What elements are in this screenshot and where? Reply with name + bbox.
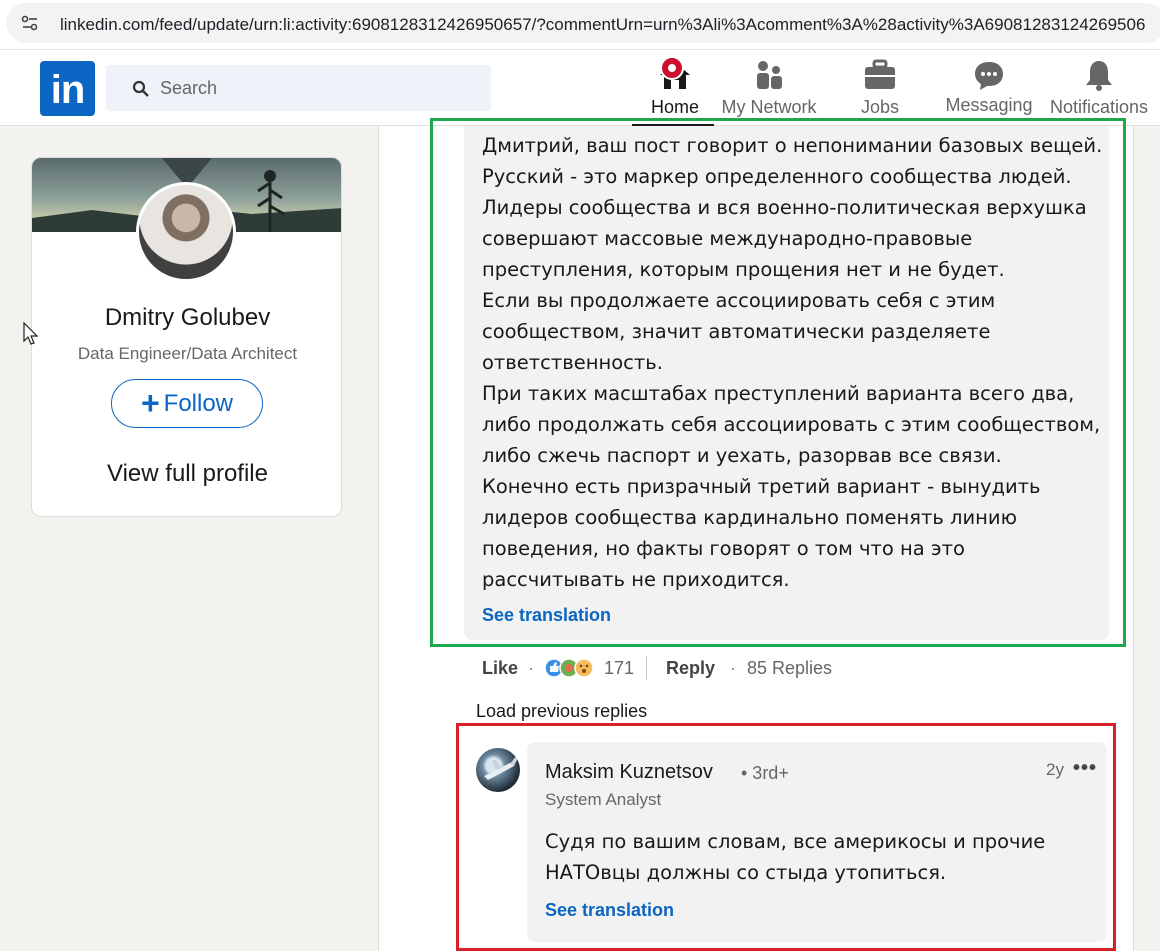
comment-line: Если вы продолжаете ассоциировать себя с… bbox=[482, 289, 996, 312]
nav-my-network[interactable]: My Network bbox=[716, 50, 822, 126]
plus-icon: + bbox=[140, 385, 160, 421]
omnibox[interactable]: linkedin.com/feed/update/urn:li:activity… bbox=[6, 3, 1160, 43]
comment-line: лидеров сообщества кардинально поменять … bbox=[482, 506, 1017, 529]
nav-jobs[interactable]: Jobs bbox=[840, 50, 920, 126]
reply-author-headline: System Analyst bbox=[545, 790, 662, 809]
search-input[interactable] bbox=[160, 75, 460, 101]
reply-line: НАТОвцы должны со стыда утопиться. bbox=[545, 861, 947, 884]
nav-messaging-label: Messaging bbox=[945, 95, 1033, 115]
more-options-icon[interactable]: ••• bbox=[1073, 757, 1097, 780]
reply-timestamp: 2y bbox=[1046, 760, 1064, 779]
comment-line: либо продолжать себя ассоциировать с эти… bbox=[482, 413, 1101, 436]
reactions-icon[interactable] bbox=[544, 656, 602, 680]
nav-home-label: Home bbox=[650, 97, 699, 117]
comment-line: сообществом, значит автоматически раздел… bbox=[482, 320, 991, 343]
comment-line: совершают массовые международно-правовые bbox=[482, 227, 973, 250]
site-settings-icon[interactable] bbox=[20, 13, 40, 33]
browser-address-bar: linkedin.com/feed/update/urn:li:activity… bbox=[0, 0, 1160, 50]
reply-line: Судя по вашим словам, все америкосы и пр… bbox=[545, 830, 1046, 853]
reply-author-avatar[interactable] bbox=[476, 748, 520, 792]
nav-jobs-label: Jobs bbox=[860, 97, 900, 117]
comment-line: поведения, но факты говорят о том что на… bbox=[482, 537, 965, 560]
briefcase-icon bbox=[865, 59, 895, 89]
profile-card: Dmitry Golubev Data Engineer/Data Archit… bbox=[31, 157, 342, 517]
linkedin-logo[interactable]: in bbox=[40, 61, 95, 116]
separator-dot: · bbox=[730, 658, 736, 678]
reply-see-translation[interactable]: See translation bbox=[545, 900, 674, 921]
reply-connection-degree: • 3rd+ bbox=[741, 763, 789, 783]
profile-headline: Data Engineer/Data Architect bbox=[77, 344, 298, 363]
nav-network-label: My Network bbox=[721, 97, 817, 117]
reply-text: Судя по вашим словам, все америкосы и пр… bbox=[545, 826, 1045, 888]
separator-dot: · bbox=[528, 658, 534, 678]
url-text[interactable]: linkedin.com/feed/update/urn:li:activity… bbox=[60, 15, 1145, 35]
comment-see-translation[interactable]: See translation bbox=[482, 605, 611, 626]
nav-notifications-label: Notifications bbox=[1049, 97, 1149, 117]
chat-icon bbox=[975, 62, 1003, 90]
notification-badge bbox=[660, 56, 684, 80]
search-icon bbox=[132, 80, 149, 97]
comment-line: Лидеры сообщества и вся военно-политичес… bbox=[482, 196, 1087, 219]
comment-line: Дмитрий, ваш пост говорит о непонимании … bbox=[482, 134, 1103, 157]
replies-count[interactable]: 85 Replies bbox=[747, 658, 832, 679]
nav-messaging[interactable]: Messaging bbox=[940, 50, 1038, 126]
reaction-count[interactable]: 171 bbox=[604, 658, 634, 679]
top-navigation: in Home My Network Jobs bbox=[0, 50, 1160, 126]
reply-button[interactable]: Reply bbox=[666, 658, 715, 679]
profile-name[interactable]: Dmitry Golubev bbox=[32, 304, 341, 332]
people-icon bbox=[757, 61, 782, 89]
bell-icon bbox=[1086, 61, 1112, 91]
view-full-profile-link[interactable]: View full profile bbox=[32, 460, 341, 488]
comment-line: преступления, которым прощения нет и не … bbox=[482, 258, 1005, 281]
follow-button[interactable]: + Follow bbox=[111, 379, 263, 428]
profile-avatar[interactable] bbox=[136, 182, 236, 282]
comment-line: При таких масштабах преступлений вариант… bbox=[482, 382, 1075, 405]
comment-text: Дмитрий, ваш пост говорит о непонимании … bbox=[482, 130, 1103, 595]
comment-line: рассчитывать не приходится. bbox=[482, 568, 790, 591]
load-previous-replies[interactable]: Load previous replies bbox=[476, 701, 647, 722]
like-button[interactable]: Like bbox=[482, 658, 518, 679]
follow-label: Follow bbox=[163, 390, 234, 417]
comment-line: Русский - это маркер определенного сообщ… bbox=[482, 165, 1072, 188]
search-box[interactable] bbox=[106, 65, 491, 111]
divider bbox=[646, 656, 647, 680]
reply-author-name[interactable]: Maksim Kuznetsov bbox=[545, 761, 713, 784]
comment-line: либо сжечь паспорт и уехать, разорвав вс… bbox=[482, 444, 1002, 467]
mouse-cursor-icon bbox=[23, 322, 39, 345]
comment-line: Конечно есть призрачный третий вариант -… bbox=[482, 475, 1041, 498]
comment-line: ответственность. bbox=[482, 351, 663, 374]
nav-notifications[interactable]: Notifications bbox=[1042, 50, 1156, 126]
